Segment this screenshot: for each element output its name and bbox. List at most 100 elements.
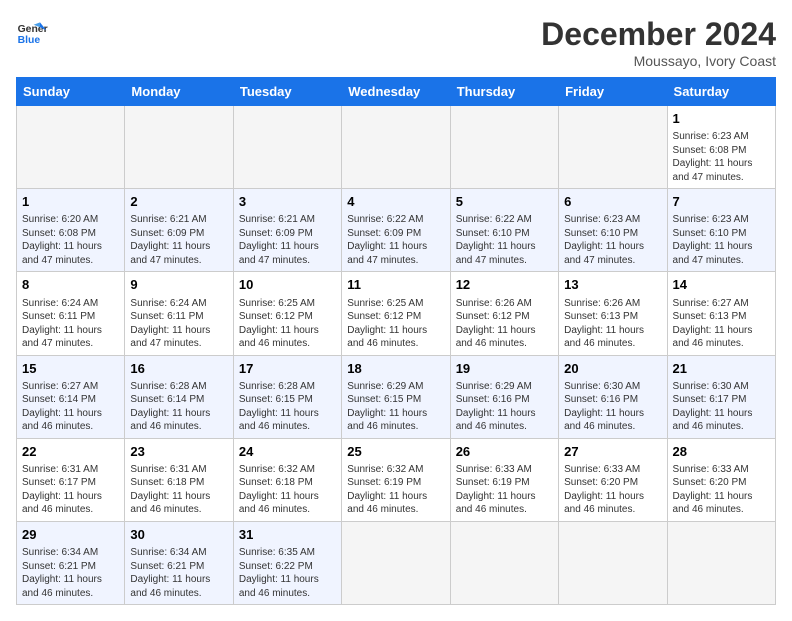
day-number: 31 — [239, 526, 336, 544]
day-header-monday: Monday — [125, 78, 233, 106]
day-info: Sunrise: 6:20 AMSunset: 6:08 PMDaylight:… — [22, 213, 119, 267]
calendar-cell — [450, 106, 558, 189]
calendar-cell: 8Sunrise: 6:24 AMSunset: 6:11 PMDaylight… — [17, 272, 125, 355]
calendar-cell: 29Sunrise: 6:34 AMSunset: 6:21 PMDayligh… — [17, 521, 125, 604]
day-info: Sunrise: 6:33 AMSunset: 6:20 PMDaylight:… — [564, 463, 661, 517]
day-info: Sunrise: 6:31 AMSunset: 6:17 PMDaylight:… — [22, 463, 119, 517]
day-info: Sunrise: 6:28 AMSunset: 6:14 PMDaylight:… — [130, 380, 227, 434]
calendar-cell: 31 Sunrise: 6:35 AMSunset: 6:22 PMDayligh… — [233, 521, 341, 604]
day-number: 6 — [564, 193, 661, 211]
calendar-cell — [17, 106, 125, 189]
day-number: 10 — [239, 276, 336, 294]
calendar-week-2: 1Sunrise: 6:20 AMSunset: 6:08 PMDaylight… — [17, 189, 776, 272]
day-number: 21 — [673, 360, 770, 378]
calendar-cell — [342, 521, 450, 604]
day-number: 19 — [456, 360, 553, 378]
day-info: Sunrise: 6:33 AMSunset: 6:19 PMDaylight:… — [456, 463, 553, 517]
day-header-friday: Friday — [559, 78, 667, 106]
day-info: Sunrise: 6:27 AMSunset: 6:13 PMDaylight:… — [673, 297, 770, 351]
calendar-cell: 2 Sunrise: 6:21 AMSunset: 6:09 PMDaylight… — [125, 189, 233, 272]
day-number: 17 — [239, 360, 336, 378]
calendar-cell: 26Sunrise: 6:33 AMSunset: 6:19 PMDayligh… — [450, 438, 558, 521]
calendar-cell: 1Sunrise: 6:20 AMSunset: 6:08 PMDaylight… — [17, 189, 125, 272]
day-info: Sunrise: 6:30 AMSunset: 6:17 PMDaylight:… — [673, 380, 770, 434]
calendar-week-4: 15 Sunrise: 6:27 AMSunset: 6:14 PMDayligh… — [17, 355, 776, 438]
calendar-cell: 18 Sunrise: 6:29 AMSunset: 6:15 PMDayligh… — [342, 355, 450, 438]
calendar-cell: 3Sunrise: 6:21 AMSunset: 6:09 PMDaylight… — [233, 189, 341, 272]
calendar-cell: 12Sunrise: 6:26 AMSunset: 6:12 PMDayligh… — [450, 272, 558, 355]
calendar-week-6: 29Sunrise: 6:34 AMSunset: 6:21 PMDayligh… — [17, 521, 776, 604]
calendar-table: SundayMondayTuesdayWednesdayThursdayFrid… — [16, 77, 776, 605]
calendar-cell: 28 Sunrise: 6:33 AMSunset: 6:20 PMDayligh… — [667, 438, 775, 521]
calendar-cell: 21 Sunrise: 6:30 AMSunset: 6:17 PMDayligh… — [667, 355, 775, 438]
day-info: Sunrise: 6:21 AMSunset: 6:09 PMDaylight:… — [130, 213, 227, 267]
calendar-cell: 7Sunrise: 6:23 AMSunset: 6:10 PMDaylight… — [667, 189, 775, 272]
day-number: 28 — [673, 443, 770, 461]
day-info: Sunrise: 6:34 AMSunset: 6:21 PMDaylight:… — [130, 546, 227, 600]
day-number: 23 — [130, 443, 227, 461]
calendar-cell: 19Sunrise: 6:29 AMSunset: 6:16 PMDayligh… — [450, 355, 558, 438]
day-number: 25 — [347, 443, 444, 461]
day-info: Sunrise: 6:32 AMSunset: 6:19 PMDaylight:… — [347, 463, 444, 517]
calendar-cell: 23 Sunrise: 6:31 AMSunset: 6:18 PMDayligh… — [125, 438, 233, 521]
day-header-tuesday: Tuesday — [233, 78, 341, 106]
day-number: 13 — [564, 276, 661, 294]
day-number: 18 — [347, 360, 444, 378]
day-number: 5 — [456, 193, 553, 211]
day-number: 30 — [130, 526, 227, 544]
logo: General Blue — [16, 16, 48, 48]
day-info: Sunrise: 6:32 AMSunset: 6:18 PMDaylight:… — [239, 463, 336, 517]
day-info: Sunrise: 6:31 AMSunset: 6:18 PMDaylight:… — [130, 463, 227, 517]
day-number: 15 — [22, 360, 119, 378]
day-info: Sunrise: 6:27 AMSunset: 6:14 PMDaylight:… — [22, 380, 119, 434]
calendar-cell: 14Sunrise: 6:27 AMSunset: 6:13 PMDayligh… — [667, 272, 775, 355]
day-header-thursday: Thursday — [450, 78, 558, 106]
calendar-cell — [125, 106, 233, 189]
calendar-body: 1Sunrise: 6:23 AMSunset: 6:08 PMDaylight… — [17, 106, 776, 605]
day-info: Sunrise: 6:26 AMSunset: 6:13 PMDaylight:… — [564, 297, 661, 351]
day-header-sunday: Sunday — [17, 78, 125, 106]
day-info: Sunrise: 6:28 AMSunset: 6:15 PMDaylight:… — [239, 380, 336, 434]
calendar-cell — [233, 106, 341, 189]
day-number: 3 — [239, 193, 336, 211]
day-header-wednesday: Wednesday — [342, 78, 450, 106]
page-header: General Blue December 2024 Moussayo, Ivo… — [16, 16, 776, 69]
calendar-cell: 30 Sunrise: 6:34 AMSunset: 6:21 PMDayligh… — [125, 521, 233, 604]
calendar-cell: 5Sunrise: 6:22 AMSunset: 6:10 PMDaylight… — [450, 189, 558, 272]
day-info: Sunrise: 6:26 AMSunset: 6:12 PMDaylight:… — [456, 297, 553, 351]
title-block: December 2024 Moussayo, Ivory Coast — [541, 16, 776, 69]
calendar-cell: 10Sunrise: 6:25 AMSunset: 6:12 PMDayligh… — [233, 272, 341, 355]
day-number: 4 — [347, 193, 444, 211]
location-subtitle: Moussayo, Ivory Coast — [541, 53, 776, 69]
month-title: December 2024 — [541, 16, 776, 53]
calendar-week-5: 22Sunrise: 6:31 AMSunset: 6:17 PMDayligh… — [17, 438, 776, 521]
svg-text:General: General — [18, 24, 48, 35]
calendar-cell: 6Sunrise: 6:23 AMSunset: 6:10 PMDaylight… — [559, 189, 667, 272]
day-number: 7 — [673, 193, 770, 211]
day-info: Sunrise: 6:22 AMSunset: 6:09 PMDaylight:… — [347, 213, 444, 267]
day-header-saturday: Saturday — [667, 78, 775, 106]
calendar-header: SundayMondayTuesdayWednesdayThursdayFrid… — [17, 78, 776, 106]
day-info: Sunrise: 6:24 AMSunset: 6:11 PMDaylight:… — [130, 297, 227, 351]
calendar-cell — [342, 106, 450, 189]
day-info: Sunrise: 6:25 AMSunset: 6:12 PMDaylight:… — [347, 297, 444, 351]
day-info: Sunrise: 6:35 AMSunset: 6:22 PMDaylight:… — [239, 546, 336, 600]
calendar-cell — [559, 521, 667, 604]
svg-text:Blue: Blue — [18, 35, 41, 46]
day-number: 2 — [130, 193, 227, 211]
calendar-cell: 27Sunrise: 6:33 AMSunset: 6:20 PMDayligh… — [559, 438, 667, 521]
calendar-cell — [450, 521, 558, 604]
logo-icon: General Blue — [16, 16, 48, 48]
day-number: 16 — [130, 360, 227, 378]
calendar-cell: 16 Sunrise: 6:28 AMSunset: 6:14 PMDayligh… — [125, 355, 233, 438]
day-info: Sunrise: 6:29 AMSunset: 6:15 PMDaylight:… — [347, 380, 444, 434]
calendar-week-1: 1Sunrise: 6:23 AMSunset: 6:08 PMDaylight… — [17, 106, 776, 189]
day-info: Sunrise: 6:30 AMSunset: 6:16 PMDaylight:… — [564, 380, 661, 434]
calendar-cell: 9 Sunrise: 6:24 AMSunset: 6:11 PMDaylight… — [125, 272, 233, 355]
day-info: Sunrise: 6:33 AMSunset: 6:20 PMDaylight:… — [673, 463, 770, 517]
calendar-cell: 22Sunrise: 6:31 AMSunset: 6:17 PMDayligh… — [17, 438, 125, 521]
calendar-cell: 11Sunrise: 6:25 AMSunset: 6:12 PMDayligh… — [342, 272, 450, 355]
day-number: 9 — [130, 276, 227, 294]
day-info: Sunrise: 6:23 AMSunset: 6:08 PMDaylight:… — [673, 130, 770, 184]
days-of-week-row: SundayMondayTuesdayWednesdayThursdayFrid… — [17, 78, 776, 106]
